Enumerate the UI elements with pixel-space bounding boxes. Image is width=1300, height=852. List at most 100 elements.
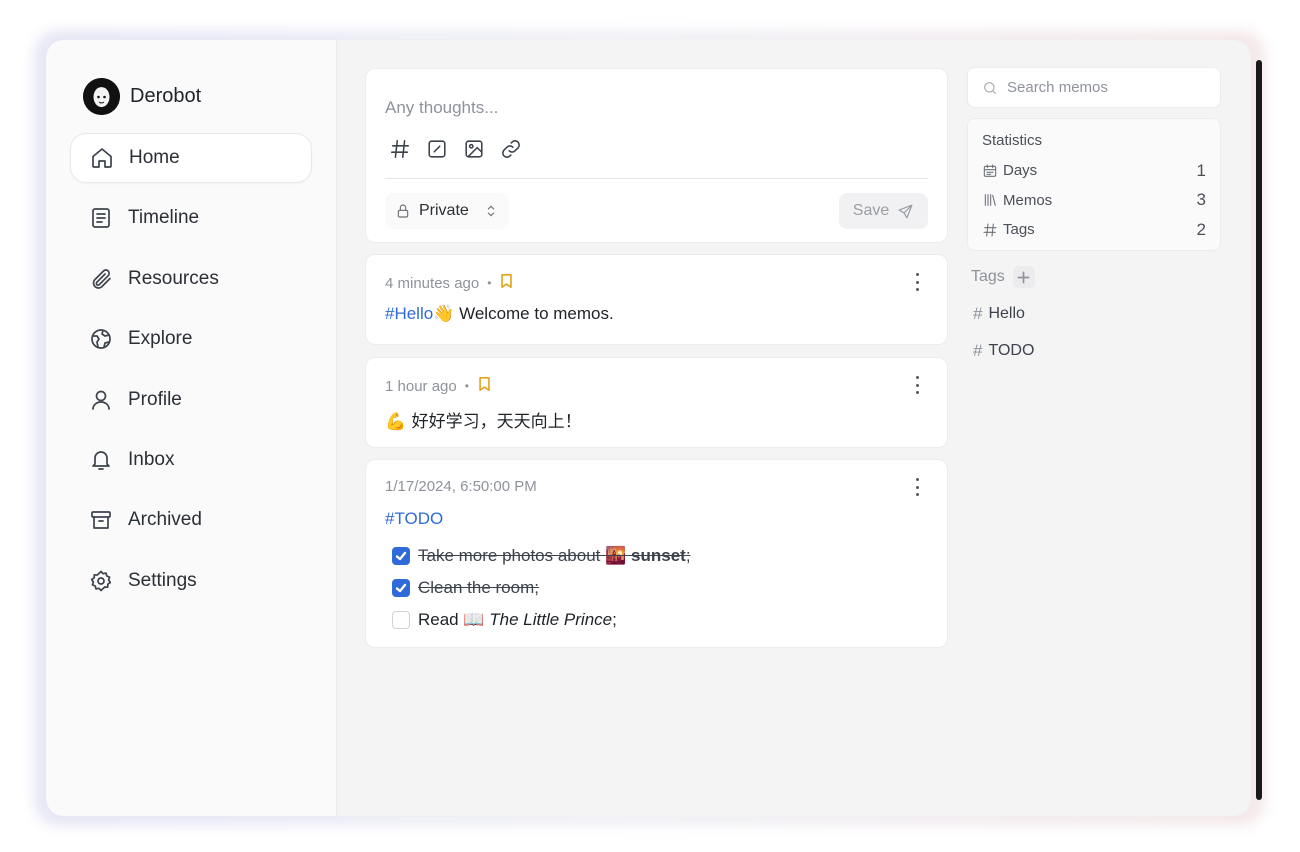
stat-value: 2 <box>1196 219 1206 239</box>
sidebar-item-label: Home <box>129 147 180 168</box>
todo-list: Take more photos about 🌇 sunset; Clean t… <box>392 540 691 636</box>
main-content: Any thoughts... Private Save 4 minutes a… <box>337 40 1251 816</box>
memo-text: 好好学习，天天向上！ <box>406 412 582 432</box>
sidebar-item-settings[interactable]: Settings <box>70 556 312 606</box>
hash-icon: # <box>973 341 983 360</box>
image-icon[interactable] <box>462 137 486 161</box>
memo-time[interactable]: 4 minutes ago <box>385 275 479 292</box>
editor-input[interactable]: Any thoughts... <box>385 98 498 118</box>
archive-icon <box>88 507 114 533</box>
tag-label: TODO <box>988 342 1035 359</box>
todo-item: Clean the room; <box>392 572 691 604</box>
sidebar-item-label: Settings <box>128 569 197 591</box>
tags-title: Tags <box>971 268 1005 285</box>
more-options-icon[interactable] <box>909 478 925 496</box>
library-icon <box>984 194 996 207</box>
todo-item: Read 📖 The Little Prince; <box>392 604 691 636</box>
chevron-up-down-icon <box>487 205 495 217</box>
sidebar-item-label: Archived <box>128 509 202 531</box>
sidebar: Derobot Home Timeline Resources Explore <box>46 40 337 816</box>
stat-row-memos: Memos 3 <box>982 186 1206 216</box>
statistics-panel: Statistics Days 1 Memos 3 Tags 2 <box>967 118 1221 251</box>
memo-tag-link[interactable]: #TODO <box>385 509 443 528</box>
tag-item-hello[interactable]: # Hello <box>973 304 1025 324</box>
sidebar-item-resources[interactable]: Resources <box>70 254 312 304</box>
memo-time[interactable]: 1/17/2024, 6:50:00 PM <box>385 478 537 495</box>
editor-divider <box>385 178 928 179</box>
sidebar-item-archived[interactable]: Archived <box>70 495 312 545</box>
timeline-icon <box>88 205 114 231</box>
memo-editor: Any thoughts... Private Save <box>365 68 948 243</box>
bookmark-icon[interactable] <box>499 273 514 293</box>
memo-content: 💪 好好学习，天天向上！ <box>385 407 582 432</box>
sidebar-item-label: Resources <box>128 267 219 289</box>
memo-meta: 1/17/2024, 6:50:00 PM <box>385 478 537 495</box>
stat-value: 1 <box>1196 160 1206 180</box>
stat-label: Days <box>1003 162 1038 180</box>
todo-checkbox[interactable] <box>392 547 410 565</box>
sidebar-item-timeline[interactable]: Timeline <box>70 193 312 243</box>
memo-time[interactable]: 1 hour ago <box>385 378 457 395</box>
stat-value: 3 <box>1196 190 1206 210</box>
stat-row-tags: Tags 2 <box>982 215 1206 245</box>
hash-icon[interactable] <box>388 137 412 161</box>
calendar-icon <box>983 164 997 177</box>
separator-dot: • <box>487 276 492 290</box>
user-name: Derobot <box>130 84 202 107</box>
search-box <box>967 67 1221 108</box>
globe-icon <box>88 326 114 352</box>
tags-header: Tags <box>971 266 1035 288</box>
stat-row-days: Days 1 <box>982 156 1206 186</box>
sidebar-item-label: Timeline <box>128 207 200 229</box>
sidebar-item-profile[interactable]: Profile <box>70 375 312 425</box>
todo-checkbox[interactable] <box>392 611 410 629</box>
memo-meta: 4 minutes ago • <box>385 273 514 293</box>
paperclip-icon <box>88 266 114 292</box>
memo-tag-link[interactable]: #Hello <box>385 304 433 323</box>
sidebar-item-explore[interactable]: Explore <box>70 314 312 364</box>
todo-text: Read 📖 The Little Prince; <box>418 610 617 630</box>
memo-card: 4 minutes ago • #Hello👋 Welcome to memos… <box>365 254 948 345</box>
memo-emoji: 👋 <box>433 304 455 324</box>
memo-text: Welcome to memos. <box>454 304 614 323</box>
save-label: Save <box>852 202 890 219</box>
stat-label: Tags <box>1003 221 1035 239</box>
todo-item: Take more photos about 🌇 sunset; <box>392 540 691 572</box>
screen-edge <box>1256 60 1262 800</box>
add-tag-button[interactable] <box>1012 266 1035 288</box>
memo-card: 1/17/2024, 6:50:00 PM #TODO Take more ph… <box>365 459 948 648</box>
sidebar-item-label: Profile <box>128 388 182 410</box>
more-options-icon[interactable] <box>909 376 925 394</box>
search-icon <box>984 81 996 94</box>
app-window: Derobot Home Timeline Resources Explore <box>46 40 1251 816</box>
todo-checkbox[interactable] <box>392 579 410 597</box>
hash-icon <box>983 223 997 237</box>
search-input[interactable] <box>1007 79 1207 96</box>
save-button[interactable]: Save <box>839 193 928 229</box>
plus-icon <box>1017 271 1030 283</box>
editor-toolbar <box>388 137 523 161</box>
stat-label: Memos <box>1003 191 1053 209</box>
home-icon <box>89 145 115 171</box>
checkbox-icon[interactable] <box>425 137 449 161</box>
tag-label: Hello <box>988 305 1025 322</box>
bookmark-icon[interactable] <box>477 376 492 396</box>
hash-icon: # <box>973 304 983 323</box>
todo-text: Clean the room; <box>418 578 539 597</box>
memo-content: #TODO <box>385 509 443 529</box>
tag-item-todo[interactable]: # TODO <box>973 341 1034 361</box>
sidebar-item-home[interactable]: Home <box>70 133 312 183</box>
sidebar-item-inbox[interactable]: Inbox <box>70 435 312 485</box>
visibility-select[interactable]: Private <box>385 193 509 229</box>
memo-card: 1 hour ago • 💪 好好学习，天天向上！ <box>365 357 948 448</box>
statistics-title: Statistics <box>982 132 1043 149</box>
link-icon[interactable] <box>499 137 523 161</box>
separator-dot: • <box>464 379 469 393</box>
gear-icon <box>88 568 114 594</box>
send-icon <box>898 204 913 218</box>
bell-icon <box>88 447 114 473</box>
visibility-value: Private <box>419 202 469 219</box>
avatar <box>83 77 120 115</box>
more-options-icon[interactable] <box>909 273 925 291</box>
user-brand[interactable]: Derobot <box>83 76 312 116</box>
